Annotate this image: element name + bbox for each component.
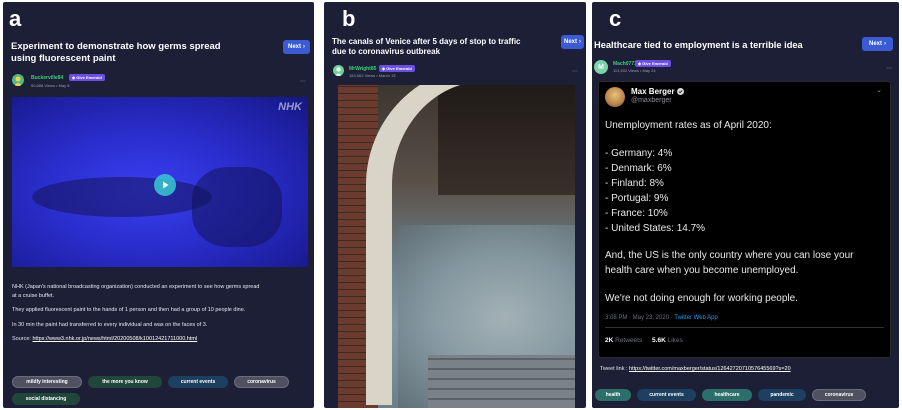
tweet-text: We're not doing enough for working peopl… [605,293,798,304]
tweet-text: health care when you become unemployed. [605,265,799,276]
tag-the-more-you-know[interactable]: the more you know [88,376,162,388]
tag-coronavirus[interactable]: coronavirus [812,389,866,401]
post-title: The canals of Venice after 5 days of sto… [332,37,521,56]
tweet-text: - Denmark: 6% [605,163,672,174]
post-title: Experiment to demonstrate how germs spre… [11,41,221,64]
tweet-stats: 2K Retweets 5.6K Likes [605,337,683,344]
panel-letter: c [609,6,622,31]
tag-social-distancing[interactable]: social distancing [12,393,80,405]
user-avatar-icon [14,76,22,86]
tweet-author[interactable]: Max Berger [631,87,684,96]
username[interactable]: MrWright85 [349,66,376,72]
panel-letter: a [9,6,22,31]
more-options-icon[interactable]: ⋯ [886,65,892,72]
next-button[interactable]: Next › [283,40,310,54]
post-image[interactable] [338,85,575,408]
chevron-down-icon[interactable]: ⌄ [876,86,882,94]
tag-pandemic[interactable]: pandemic [758,389,806,401]
avatar[interactable]: M [594,60,608,74]
tweet-link[interactable]: https://twitter.com/maxberger/status/126… [629,366,791,372]
tweet-text: - Portugal: 9% [605,193,669,204]
panel-letter: b [342,6,356,31]
verified-icon [676,88,684,95]
more-options-icon[interactable]: ⋯ [572,68,578,75]
chevron-right-icon: › [303,44,305,50]
panel-c: c Healthcare tied to employment is a ter… [592,2,899,408]
chevron-right-icon: › [579,39,581,45]
post-title: Healthcare tied to employment is a terri… [594,40,803,50]
video-scene [32,177,212,217]
tweet-text: - Finland: 8% [605,178,664,189]
tag-health[interactable]: health [595,389,631,401]
source-link[interactable]: https://www3.nhk.or.jp/news/html/2020050… [33,336,198,342]
tweet-divider [605,327,884,328]
user-avatar-icon [335,67,342,76]
give-emerald-badge[interactable]: ◆ Give Emerald [69,74,105,81]
likes-count[interactable]: 5.6K [652,337,666,344]
play-button[interactable] [154,174,176,196]
nhk-watermark: NHK [278,101,302,113]
post-meta: 113,502 Views • May 24 [613,68,656,73]
emerald-icon: ◆ [72,75,76,80]
tweet-app-link[interactable]: Twitter Web App [674,315,718,321]
tweet-avatar[interactable] [605,87,625,107]
tag-healthcare[interactable]: healthcare [702,389,752,401]
username[interactable]: Mach0771 [613,61,637,67]
emerald-icon: ◆ [638,61,642,66]
post-body: NHK (Japan's national broadcasting organ… [12,283,310,344]
panel-a: a Experiment to demonstrate how germs sp… [3,2,314,408]
username[interactable]: Buckerville84 [31,75,63,81]
source-line: Source: https://www3.nhk.or.jp/news/html… [12,336,198,342]
tag-current-events[interactable]: current events [168,376,228,388]
emerald-icon: ◆ [382,66,386,71]
video-scene [192,167,282,247]
tweet-text: And, the US is the only country where yo… [605,250,854,261]
tweet-text: - Germany: 4% [605,148,673,159]
avatar[interactable] [12,74,24,86]
next-button[interactable]: Next › [561,35,584,49]
give-emerald-badge[interactable]: ◆ Give Emerald [635,60,671,67]
play-icon [163,181,169,189]
tweet-text: - United States: 14.7% [605,223,706,234]
tweet-link-line: Tweet link : https://twitter.com/maxberg… [600,366,791,372]
give-emerald-badge[interactable]: ◆ Give Emerald [379,65,415,72]
tweet-handle[interactable]: @maxberger [631,97,672,104]
post-meta: 50,688 Views • May 8 [31,83,70,88]
steps [428,355,575,408]
avatar[interactable] [333,65,344,76]
chevron-right-icon: › [884,41,886,47]
tag-coronavirus[interactable]: coronavirus [234,376,289,388]
tweet-timestamp: 3:08 PM · May 23, 2020 · Twitter Web App [605,315,718,321]
tag-mildly-interesting[interactable]: mildly interesting [12,376,82,388]
tweet-text: Unemployment rates as of April 2020: [605,120,772,131]
retweets-count[interactable]: 2K [605,337,613,344]
tweet-embed[interactable]: Max Berger @maxberger ⌄ Unemployment rat… [598,81,891,358]
panel-b: b The canals of Venice after 5 days of s… [324,2,586,408]
more-options-icon[interactable]: ⋯ [300,78,306,85]
next-button[interactable]: Next › [862,37,893,51]
post-meta: 183,962 Views • March 15 [349,73,396,78]
tag-current-events[interactable]: current events [637,389,696,401]
tweet-text: - France: 10% [605,208,668,219]
video-player[interactable]: NHK [12,97,308,267]
